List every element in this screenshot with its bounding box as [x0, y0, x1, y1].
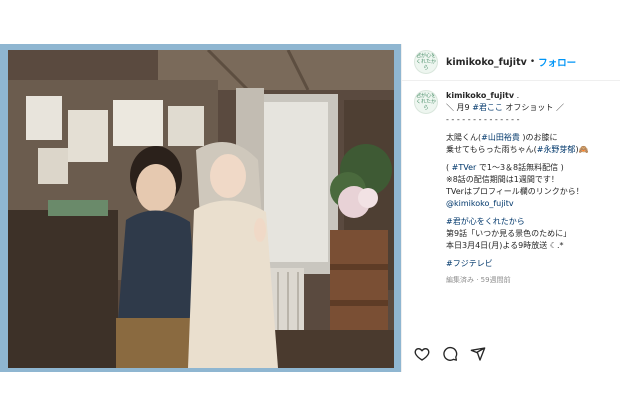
hashtag-yamada[interactable]: #山田裕貴: [481, 133, 520, 142]
post-header: 君が心を くれたから kimikoko_fujitv • フォロー: [402, 44, 620, 81]
caption-username[interactable]: kimikoko_fujitv: [446, 91, 514, 100]
caption-divider-line: - - - - - - - - - - - - - -: [446, 115, 520, 124]
hashtag-fujitv[interactable]: #フジテレビ: [446, 258, 614, 270]
caption-line12: 本日3月4日(月)よる9時放送 ☾.*: [446, 241, 564, 250]
share-icon[interactable]: [470, 346, 486, 362]
hashtag-nagano[interactable]: #永野芽郁: [537, 145, 576, 154]
photo-frame: [0, 44, 401, 372]
hashtag-kimigakokoro[interactable]: #君が心をくれたから: [446, 216, 614, 228]
post-photo[interactable]: [8, 50, 394, 368]
post-caption: 君が心を くれたから kimikoko_fujitv . ＼ 月9 #君ここ オフ…: [414, 90, 614, 286]
instagram-post-embed: 君が心を くれたから kimikoko_fujitv • フォロー 君が心を くれた…: [0, 44, 620, 372]
offshot-photo-illustration: [8, 50, 394, 368]
caption-line8: TVerはプロフィール欄のリンクから！: [446, 187, 584, 196]
caption-line1-text: .: [514, 91, 520, 100]
caption-avatar[interactable]: 君が心を くれたから: [414, 90, 438, 114]
avatar-logo-text: 君が心を くれたから: [415, 53, 436, 71]
post-sidebar: 君が心を くれたから kimikoko_fujitv • フォロー 君が心を くれた…: [401, 44, 620, 372]
account-avatar[interactable]: 君が心を くれたから: [414, 50, 438, 74]
caption-line2-prefix: ＼ 月9: [446, 103, 473, 112]
separator-dot: •: [529, 57, 536, 67]
caption-line4-b: )のお膝に: [519, 133, 558, 142]
follow-button[interactable]: フォロー: [538, 55, 576, 69]
action-bar: [414, 346, 486, 362]
caption-line11: 第9話「いつか見る景色のために」: [446, 229, 572, 238]
hashtag-tver[interactable]: #TVer: [452, 163, 477, 172]
caption-line2-suffix: オフショット ／: [502, 103, 564, 112]
caption-line7: ※8話の配信期間は1週間です！: [446, 175, 559, 184]
caption-line5-a: 乗せてもらった雨ちゃん(: [446, 145, 537, 154]
caption-avatar-logo-text: 君が心を くれたから: [415, 93, 436, 111]
caption-line5-b: )🙈: [575, 145, 589, 154]
edited-timestamp: 編集済み · 59週間前: [446, 276, 511, 284]
caption-line6-b: で1〜3＆8話無料配信 ): [476, 163, 564, 172]
comment-icon[interactable]: [442, 346, 458, 362]
account-username[interactable]: kimikoko_fujitv: [446, 57, 527, 68]
hashtag-kimikoko[interactable]: #君ここ: [472, 103, 503, 112]
heart-icon[interactable]: [414, 346, 430, 362]
mention-kimikoko[interactable]: @kimikoko_fujitv: [446, 198, 614, 210]
caption-line4-a: 太陽くん(: [446, 133, 482, 142]
